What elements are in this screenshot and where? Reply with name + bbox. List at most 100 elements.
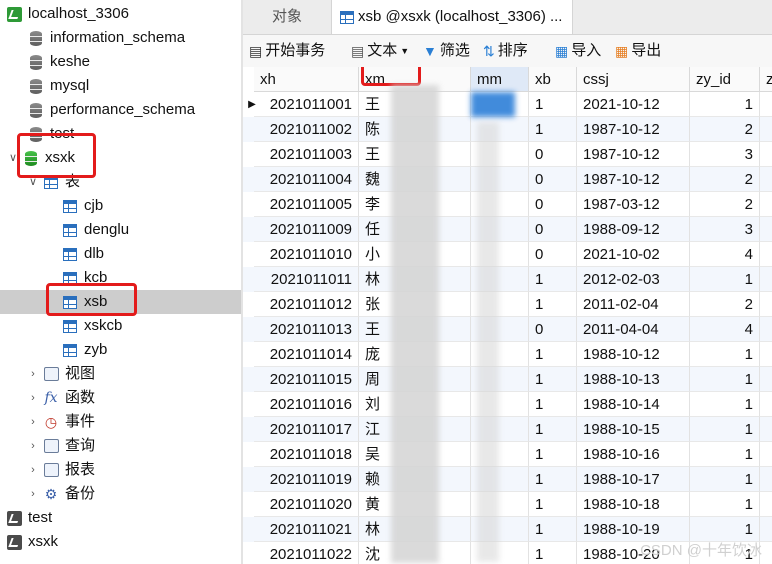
column-header-mm[interactable]: mm bbox=[471, 67, 529, 92]
cell-xh[interactable]: 2021011001 bbox=[254, 92, 359, 117]
text-button[interactable]: ▤ 文本 ▼ bbox=[351, 35, 409, 67]
cell-xh[interactable]: 2021011010 bbox=[254, 242, 359, 267]
cell-cssj[interactable]: 2021-10-02 bbox=[577, 242, 690, 267]
cell-xh[interactable]: 2021011005 bbox=[254, 192, 359, 217]
cell-xb[interactable]: 1 bbox=[529, 392, 577, 417]
cell-zx[interactable] bbox=[760, 217, 772, 242]
cell-cssj[interactable]: 1988-10-13 bbox=[577, 367, 690, 392]
cell-xh[interactable]: 2021011003 bbox=[254, 142, 359, 167]
table-row[interactable]: 2021011012 张 1 2011-02-04 2 bbox=[243, 292, 772, 317]
cell-xb[interactable]: 1 bbox=[529, 492, 577, 517]
cell-zy-id[interactable]: 1 bbox=[690, 442, 760, 467]
tree-db-information-schema[interactable]: information_schema bbox=[28, 26, 185, 50]
cell-xb[interactable]: 1 bbox=[529, 342, 577, 367]
cell-zx[interactable] bbox=[760, 342, 772, 367]
cell-zy-id[interactable]: 4 bbox=[690, 242, 760, 267]
cell-xb[interactable]: 0 bbox=[529, 217, 577, 242]
cell-zx[interactable] bbox=[760, 367, 772, 392]
cell-zx[interactable] bbox=[760, 292, 772, 317]
cell-cssj[interactable]: 1988-09-12 bbox=[577, 217, 690, 242]
tree-tables-group[interactable]: ∨ 表 bbox=[26, 170, 80, 194]
export-button[interactable]: ▦ 导出 bbox=[615, 35, 661, 67]
cell-xh[interactable]: 2021011017 bbox=[254, 417, 359, 442]
table-row[interactable]: 2021011014 庞 1 1988-10-12 1 bbox=[243, 342, 772, 367]
cell-zx[interactable] bbox=[760, 417, 772, 442]
cell-zx[interactable] bbox=[760, 192, 772, 217]
tree-table-zyb[interactable]: zyb bbox=[62, 338, 107, 362]
cell-xb[interactable]: 1 bbox=[529, 467, 577, 492]
chevron-down-icon[interactable]: ∨ bbox=[6, 146, 20, 170]
cell-xb[interactable]: 1 bbox=[529, 292, 577, 317]
table-row[interactable]: 2021011009 任 0 1988-09-12 3 bbox=[243, 217, 772, 242]
table-row[interactable]: 2021011017 江 1 1988-10-15 1 bbox=[243, 417, 772, 442]
cell-xb[interactable]: 1 bbox=[529, 542, 577, 564]
tree-group-reports[interactable]: › 报表 bbox=[26, 458, 95, 482]
column-header-zy-id[interactable]: zy_id bbox=[690, 67, 760, 92]
tree-connection-test[interactable]: test bbox=[6, 506, 52, 530]
column-header-xb[interactable]: xb bbox=[529, 67, 577, 92]
cell-cssj[interactable]: 2011-04-04 bbox=[577, 317, 690, 342]
tree-connection-xsxk[interactable]: xsxk bbox=[6, 530, 58, 554]
chevron-right-icon[interactable]: › bbox=[26, 482, 40, 506]
column-header-zx[interactable]: zx bbox=[760, 67, 772, 92]
chevron-right-icon[interactable]: › bbox=[26, 410, 40, 434]
cell-xh[interactable]: 2021011009 bbox=[254, 217, 359, 242]
cell-zy-id[interactable]: 1 bbox=[690, 492, 760, 517]
tree-db-mysql[interactable]: mysql bbox=[28, 74, 89, 98]
tree-group-functions[interactable]: › fx 函数 bbox=[26, 386, 95, 410]
cell-cssj[interactable]: 1988-10-16 bbox=[577, 442, 690, 467]
cell-zy-id[interactable]: 2 bbox=[690, 292, 760, 317]
tree-group-events[interactable]: › ◷ 事件 bbox=[26, 410, 95, 434]
tree-db-performance-schema[interactable]: performance_schema bbox=[28, 98, 195, 122]
cell-xb[interactable]: 0 bbox=[529, 317, 577, 342]
cell-xb[interactable]: 1 bbox=[529, 92, 577, 117]
cell-xh[interactable]: 2021011002 bbox=[254, 117, 359, 142]
cell-xb[interactable]: 1 bbox=[529, 517, 577, 542]
cell-zx[interactable] bbox=[760, 117, 772, 142]
chevron-right-icon[interactable]: › bbox=[26, 458, 40, 482]
cell-zx[interactable] bbox=[760, 492, 772, 517]
cell-zx[interactable] bbox=[760, 392, 772, 417]
cell-xb[interactable]: 1 bbox=[529, 417, 577, 442]
cell-xb[interactable]: 0 bbox=[529, 242, 577, 267]
table-row[interactable]: 2021011016 刘 1 1988-10-14 1 bbox=[243, 392, 772, 417]
tab-objects[interactable]: 对象 bbox=[243, 0, 331, 34]
cell-zx[interactable] bbox=[760, 317, 772, 342]
cell-zy-id[interactable]: 3 bbox=[690, 142, 760, 167]
tree-table-dlb[interactable]: dlb bbox=[62, 242, 104, 266]
chevron-right-icon[interactable]: › bbox=[26, 386, 40, 410]
cell-zx[interactable] bbox=[760, 142, 772, 167]
table-row[interactable]: 2021011019 赖 1 1988-10-17 1 bbox=[243, 467, 772, 492]
cell-xb[interactable]: 1 bbox=[529, 267, 577, 292]
cell-xb[interactable]: 0 bbox=[529, 192, 577, 217]
cell-zx[interactable] bbox=[760, 92, 772, 117]
table-row[interactable]: 2021011018 吴 1 1988-10-16 1 bbox=[243, 442, 772, 467]
tree-group-views[interactable]: › 视图 bbox=[26, 362, 95, 386]
cell-zy-id[interactable]: 2 bbox=[690, 117, 760, 142]
cell-zx[interactable] bbox=[760, 167, 772, 192]
cell-xh[interactable]: 2021011019 bbox=[254, 467, 359, 492]
tree-group-queries[interactable]: › 查询 bbox=[26, 434, 95, 458]
table-row[interactable]: 2021011020 黄 1 1988-10-18 1 bbox=[243, 492, 772, 517]
cell-xh[interactable]: 2021011004 bbox=[254, 167, 359, 192]
cell-xb[interactable]: 1 bbox=[529, 442, 577, 467]
cell-zy-id[interactable]: 2 bbox=[690, 192, 760, 217]
cell-xh[interactable]: 2021011012 bbox=[254, 292, 359, 317]
cell-cssj[interactable]: 1988-10-17 bbox=[577, 467, 690, 492]
tree-db-test[interactable]: test bbox=[28, 122, 74, 146]
cell-zy-id[interactable]: 1 bbox=[690, 92, 760, 117]
cell-xh[interactable]: 2021011016 bbox=[254, 392, 359, 417]
cell-xb[interactable]: 1 bbox=[529, 367, 577, 392]
tree-table-denglu[interactable]: denglu bbox=[62, 218, 129, 242]
cell-zy-id[interactable]: 3 bbox=[690, 217, 760, 242]
begin-transaction-button[interactable]: ▤ 开始事务 bbox=[249, 35, 325, 67]
table-row[interactable]: 2021011003 王 0 1987-10-12 3 bbox=[243, 142, 772, 167]
cell-zx[interactable] bbox=[760, 242, 772, 267]
cell-zy-id[interactable]: 1 bbox=[690, 342, 760, 367]
cell-xh[interactable]: 2021011015 bbox=[254, 367, 359, 392]
cell-zy-id[interactable]: 1 bbox=[690, 267, 760, 292]
cell-zy-id[interactable]: 1 bbox=[690, 367, 760, 392]
column-header-cssj[interactable]: cssj bbox=[577, 67, 690, 92]
cell-zy-id[interactable]: 4 bbox=[690, 317, 760, 342]
cell-xh[interactable]: 2021011018 bbox=[254, 442, 359, 467]
